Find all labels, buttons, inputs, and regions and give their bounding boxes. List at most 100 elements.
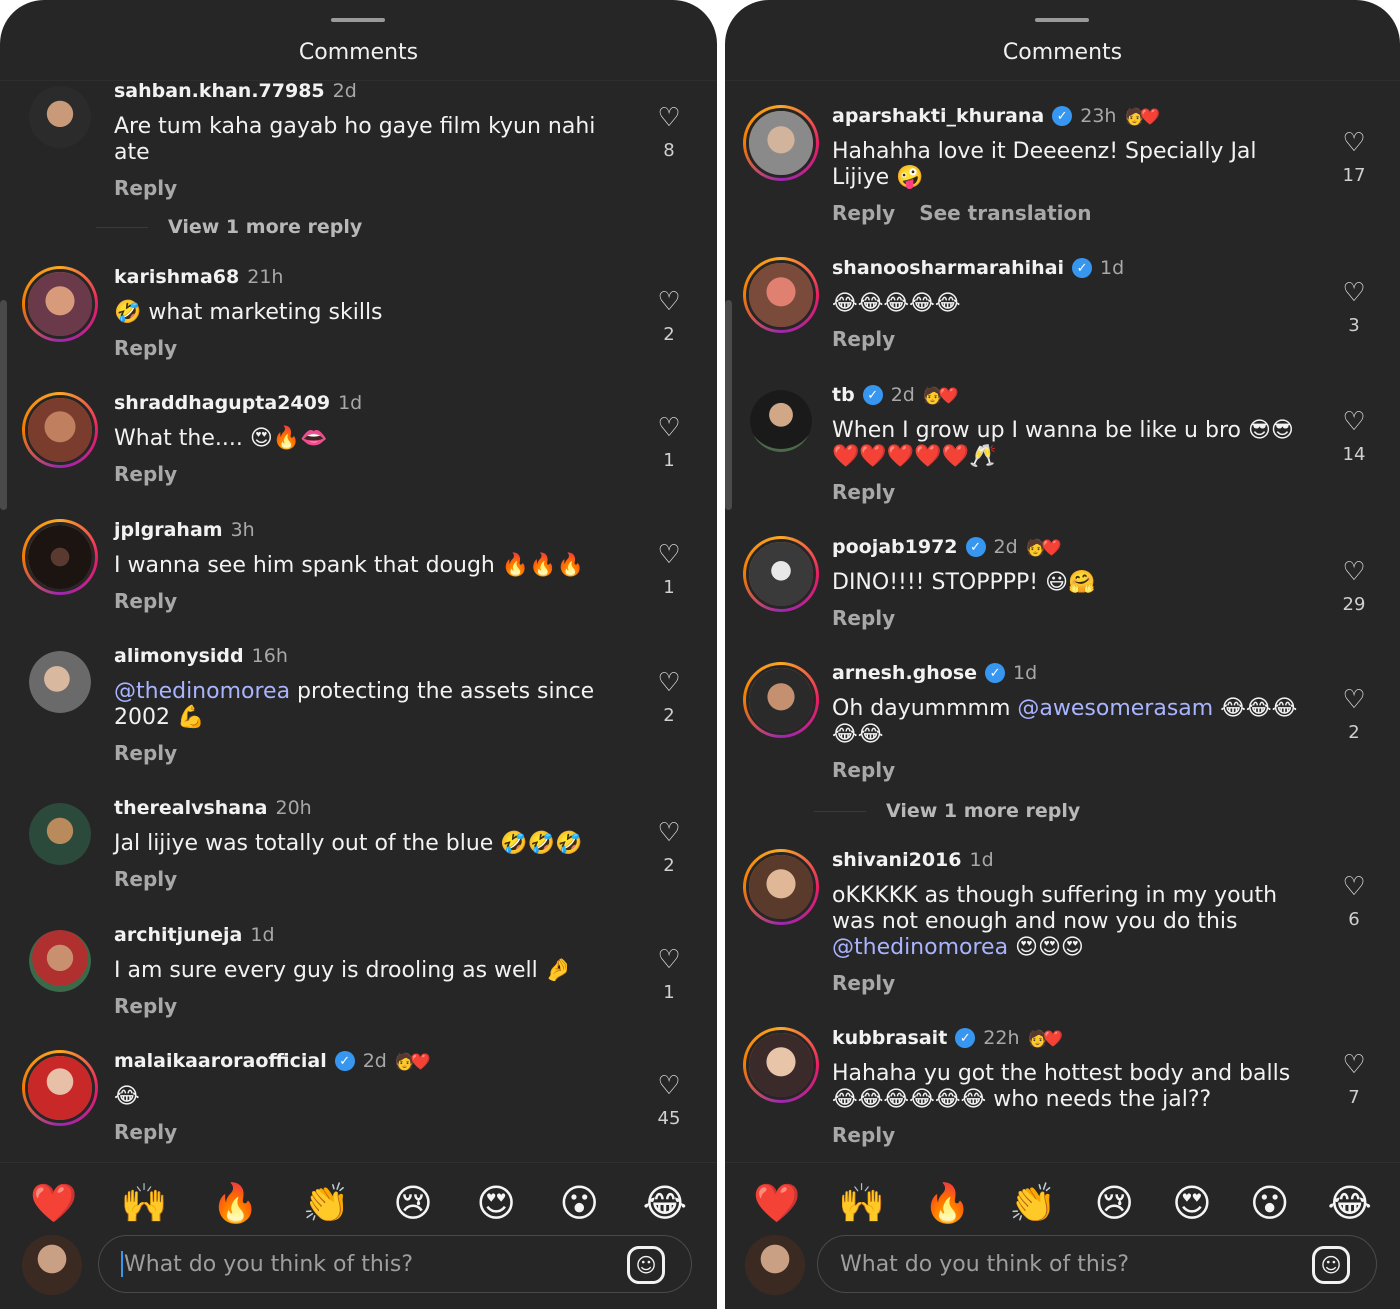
reaction-emoji[interactable]: ❤️ bbox=[30, 1181, 77, 1226]
reply-button[interactable]: Reply bbox=[832, 480, 895, 504]
username[interactable]: malaikaaroraofficial bbox=[114, 1050, 327, 1072]
user-avatar[interactable] bbox=[743, 849, 819, 925]
mention-link[interactable]: @thedinomorea bbox=[114, 679, 290, 704]
heart-outline-icon[interactable]: ♡ bbox=[649, 819, 689, 847]
reply-button[interactable]: Reply bbox=[114, 867, 177, 891]
scrollbar[interactable] bbox=[0, 300, 7, 510]
reaction-emoji[interactable]: ❤️ bbox=[753, 1181, 800, 1226]
reaction-emoji[interactable]: 😍 bbox=[476, 1181, 516, 1226]
comment-input[interactable]: What do you think of this? ☺ bbox=[98, 1235, 692, 1293]
reaction-emoji[interactable]: 😍 bbox=[1172, 1181, 1212, 1226]
username[interactable]: shivani2016 bbox=[832, 849, 961, 871]
user-avatar[interactable] bbox=[743, 105, 819, 181]
reaction-emoji[interactable]: 😂 bbox=[643, 1181, 687, 1226]
username[interactable]: aparshakti_khurana bbox=[832, 105, 1044, 127]
like-button[interactable]: ♡ 1 bbox=[649, 946, 689, 1003]
username[interactable]: sahban.khan.77985 bbox=[114, 80, 325, 102]
reaction-emoji[interactable]: 😢 bbox=[393, 1181, 433, 1226]
reaction-emoji[interactable]: 🔥 bbox=[212, 1181, 259, 1226]
like-button[interactable]: ♡ 3 bbox=[1334, 279, 1374, 336]
like-button[interactable]: ♡ 2 bbox=[1334, 686, 1374, 743]
reply-button[interactable]: Reply bbox=[114, 462, 177, 486]
heart-outline-icon[interactable]: ♡ bbox=[1334, 1051, 1374, 1079]
heart-outline-icon[interactable]: ♡ bbox=[1334, 279, 1374, 307]
user-avatar[interactable] bbox=[22, 519, 98, 595]
username[interactable]: shanoosharmarahihai bbox=[832, 257, 1064, 279]
user-avatar[interactable] bbox=[743, 536, 819, 612]
scrollbar[interactable] bbox=[725, 300, 732, 510]
like-button[interactable]: ♡ 29 bbox=[1334, 558, 1374, 615]
like-button[interactable]: ♡ 45 bbox=[649, 1072, 689, 1129]
like-button[interactable]: ♡ 6 bbox=[1334, 873, 1374, 930]
like-button[interactable]: ♡ 14 bbox=[1334, 408, 1374, 465]
reply-button[interactable]: Reply bbox=[114, 589, 177, 613]
username[interactable]: shraddhagupta2409 bbox=[114, 392, 330, 414]
reply-button[interactable]: Reply bbox=[832, 971, 895, 995]
heart-outline-icon[interactable]: ♡ bbox=[1334, 408, 1374, 436]
username[interactable]: arnesh.ghose bbox=[832, 662, 977, 684]
username[interactable]: therealvshana bbox=[114, 797, 267, 819]
username[interactable]: jplgraham bbox=[114, 519, 223, 541]
like-button[interactable]: ♡ 2 bbox=[649, 819, 689, 876]
like-button[interactable]: ♡ 8 bbox=[649, 104, 689, 161]
reply-button[interactable]: Reply bbox=[114, 176, 177, 200]
user-avatar[interactable] bbox=[22, 266, 98, 342]
reply-button[interactable]: Reply bbox=[114, 336, 177, 360]
like-button[interactable]: ♡ 17 bbox=[1334, 129, 1374, 186]
reaction-emoji[interactable]: 🙌 bbox=[121, 1181, 168, 1226]
heart-outline-icon[interactable]: ♡ bbox=[1334, 686, 1374, 714]
mention-link[interactable]: @awesomerasam bbox=[1017, 696, 1213, 721]
sticker-icon[interactable]: ☺ bbox=[627, 1246, 665, 1284]
drag-handle[interactable] bbox=[1035, 18, 1089, 22]
reply-button[interactable]: Reply bbox=[114, 994, 177, 1018]
like-button[interactable]: ♡ 2 bbox=[649, 669, 689, 726]
username[interactable]: tb bbox=[832, 384, 855, 406]
reaction-emoji[interactable]: 👏 bbox=[302, 1181, 349, 1226]
reply-button[interactable]: Reply bbox=[832, 758, 895, 782]
reply-button[interactable]: Reply bbox=[832, 1123, 895, 1147]
heart-outline-icon[interactable]: ♡ bbox=[649, 1072, 689, 1100]
heart-outline-icon[interactable]: ♡ bbox=[649, 288, 689, 316]
like-button[interactable]: ♡ 7 bbox=[1334, 1051, 1374, 1108]
user-avatar[interactable] bbox=[750, 390, 812, 452]
sticker-icon[interactable]: ☺ bbox=[1312, 1246, 1350, 1284]
username[interactable]: architjuneja bbox=[114, 924, 242, 946]
user-avatar[interactable] bbox=[29, 803, 91, 865]
reply-button[interactable]: Reply bbox=[832, 606, 895, 630]
reaction-emoji[interactable]: 😮 bbox=[1250, 1181, 1290, 1226]
user-avatar[interactable] bbox=[22, 1050, 98, 1126]
reply-button[interactable]: Reply bbox=[832, 327, 895, 351]
user-avatar[interactable] bbox=[743, 662, 819, 738]
like-button[interactable]: ♡ 2 bbox=[649, 288, 689, 345]
heart-outline-icon[interactable]: ♡ bbox=[649, 104, 689, 132]
heart-outline-icon[interactable]: ♡ bbox=[1334, 558, 1374, 586]
reaction-emoji[interactable]: 👏 bbox=[1009, 1181, 1056, 1226]
drag-handle[interactable] bbox=[331, 18, 385, 22]
view-more-replies[interactable]: View 1 more reply bbox=[814, 800, 1080, 822]
heart-outline-icon[interactable]: ♡ bbox=[649, 946, 689, 974]
heart-outline-icon[interactable]: ♡ bbox=[649, 541, 689, 569]
view-more-replies[interactable]: View 1 more reply bbox=[96, 216, 362, 238]
reaction-emoji[interactable]: 🙌 bbox=[838, 1181, 885, 1226]
heart-outline-icon[interactable]: ♡ bbox=[649, 414, 689, 442]
user-avatar[interactable] bbox=[22, 392, 98, 468]
comment-input[interactable]: What do you think of this? ☺ bbox=[817, 1235, 1377, 1293]
reaction-emoji[interactable]: 🔥 bbox=[924, 1181, 971, 1226]
reaction-emoji[interactable]: 😂 bbox=[1328, 1181, 1372, 1226]
user-avatar[interactable] bbox=[29, 651, 91, 713]
reaction-emoji[interactable]: 😮 bbox=[559, 1181, 599, 1226]
see-translation-button[interactable]: See translation bbox=[919, 201, 1091, 225]
username[interactable]: kubbrasait bbox=[832, 1027, 947, 1049]
user-avatar[interactable] bbox=[743, 257, 819, 333]
user-avatar[interactable] bbox=[29, 86, 91, 148]
username[interactable]: alimonysidd bbox=[114, 645, 244, 667]
heart-outline-icon[interactable]: ♡ bbox=[1334, 873, 1374, 901]
reply-button[interactable]: Reply bbox=[832, 201, 895, 225]
reaction-emoji[interactable]: 😢 bbox=[1095, 1181, 1135, 1226]
reply-button[interactable]: Reply bbox=[114, 741, 177, 765]
user-avatar[interactable] bbox=[743, 1027, 819, 1103]
user-avatar[interactable] bbox=[29, 930, 91, 992]
username[interactable]: karishma68 bbox=[114, 266, 239, 288]
like-button[interactable]: ♡ 1 bbox=[649, 414, 689, 471]
reply-button[interactable]: Reply bbox=[114, 1120, 177, 1144]
